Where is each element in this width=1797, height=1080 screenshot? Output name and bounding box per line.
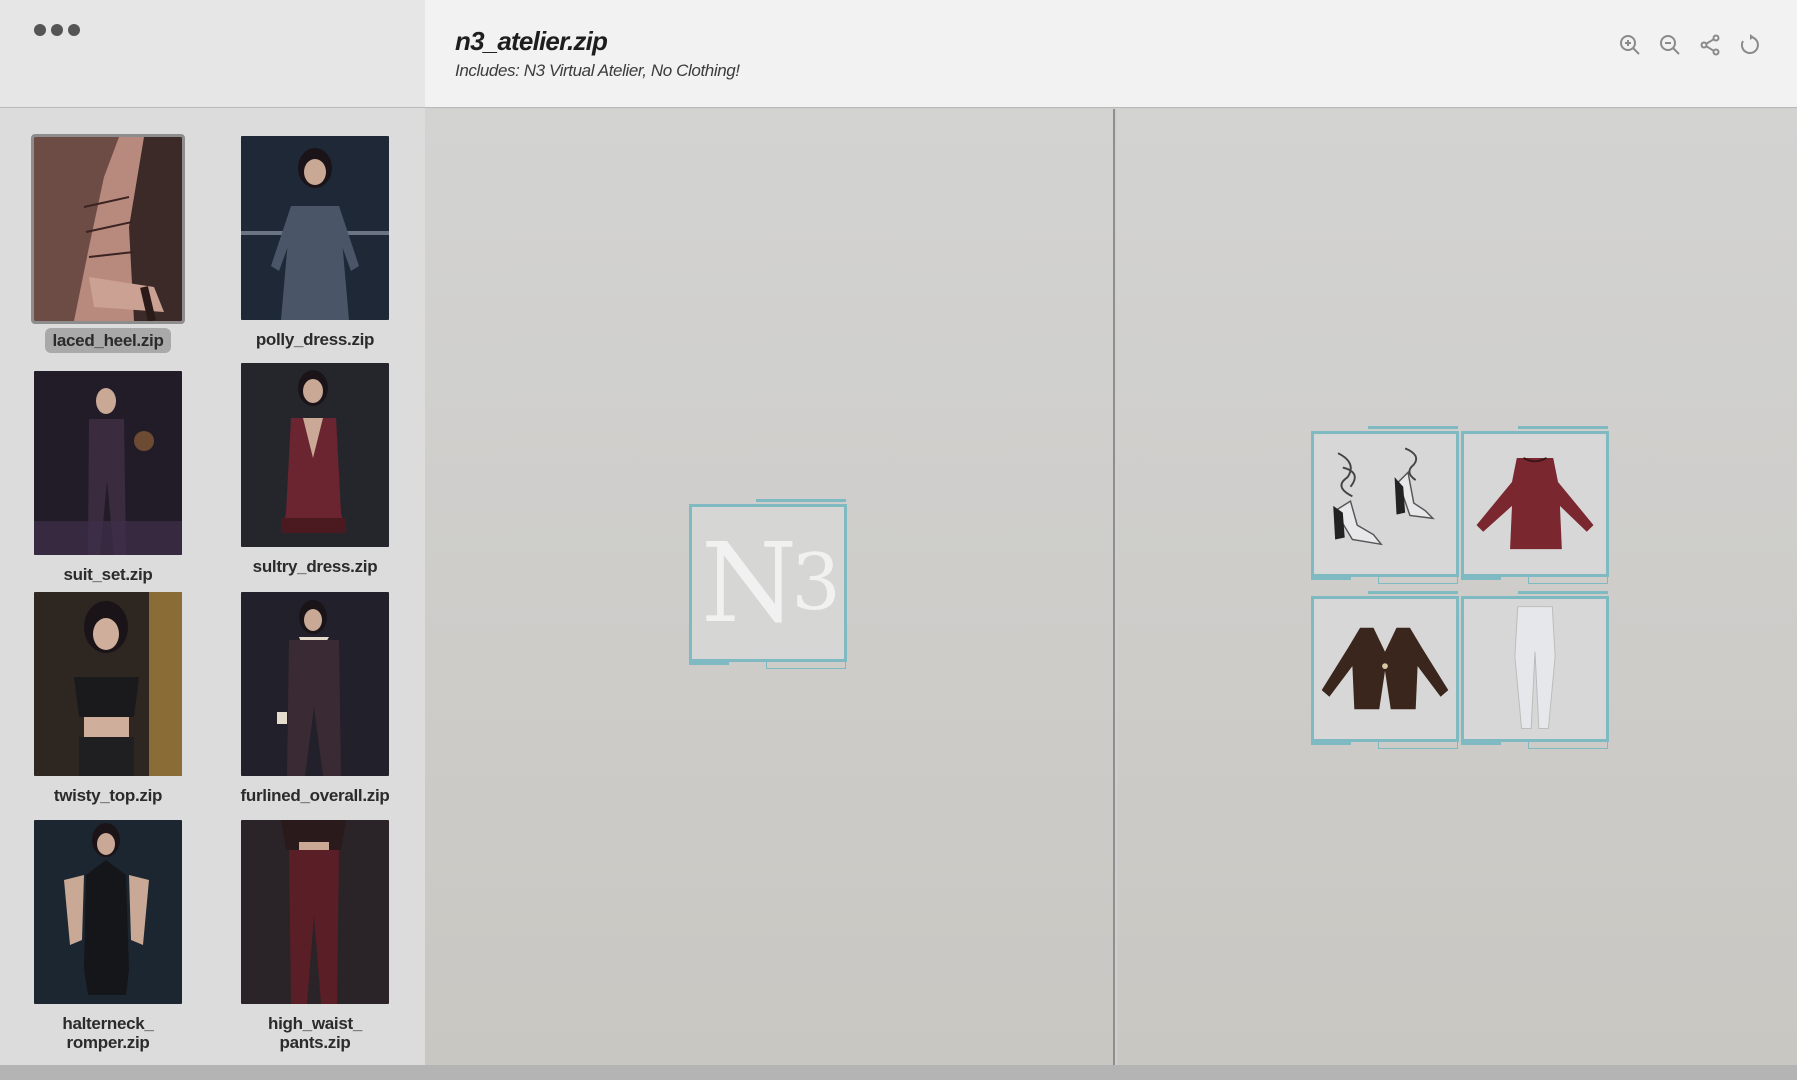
content-item-dress[interactable] [1461, 426, 1609, 584]
jacket-icon [1321, 627, 1449, 710]
zoom-in-icon[interactable] [1617, 32, 1643, 58]
content-item-heels[interactable] [1311, 426, 1459, 584]
file-label: polly_dress.zip [255, 330, 375, 349]
content-item-jacket[interactable] [1311, 591, 1459, 749]
file-tile-suit-set[interactable]: suit_set.zip [8, 371, 208, 584]
ellipsis-icon[interactable] [34, 24, 80, 36]
atelier-logo-card[interactable]: N3 [689, 499, 847, 669]
status-bar [0, 1065, 1797, 1080]
high-waist-pants-thumbnail [241, 820, 389, 1004]
file-tile-polly-dress[interactable]: polly_dress.zip [215, 136, 415, 349]
file-label: furlined_overall.zip [240, 786, 390, 805]
file-label: suit_set.zip [63, 565, 153, 584]
file-label: laced_heel.zip [45, 328, 171, 353]
contents-pane [1117, 109, 1797, 1065]
laced-heel-thumbnail [31, 134, 185, 324]
file-label: twisty_top.zip [53, 786, 163, 805]
twisty-top-thumbnail [34, 592, 182, 776]
file-tile-twisty-top[interactable]: twisty_top.zip [8, 592, 208, 805]
sultry-dress-thumbnail [241, 363, 389, 547]
preview-header: n3_atelier.zip Includes: N3 Virtual Atel… [425, 0, 1797, 108]
preview-pane: N3 [425, 109, 1115, 1065]
reset-icon[interactable] [1737, 32, 1763, 58]
content-item-pants[interactable] [1461, 591, 1609, 749]
toolbar [1617, 32, 1763, 58]
file-label: high_waist_ pants.zip [267, 1014, 362, 1052]
file-tile-halterneck-romper[interactable]: halterneck_ romper.zip [8, 820, 208, 1052]
file-tile-sultry-dress[interactable]: sultry_dress.zip [215, 363, 415, 576]
file-label: sultry_dress.zip [252, 557, 378, 576]
red-dress-icon [1476, 457, 1594, 550]
white-pants-icon [1514, 606, 1556, 729]
suit-set-thumbnail [34, 371, 182, 555]
halterneck-romper-thumbnail [34, 820, 182, 1004]
page-subtitle: Includes: N3 Virtual Atelier, No Clothin… [455, 61, 740, 80]
furlined-overall-thumbnail [241, 592, 389, 776]
sidebar-header [0, 0, 425, 108]
file-tile-furlined-overall[interactable]: furlined_overall.zip [215, 592, 415, 805]
file-tile-high-waist-pants[interactable]: high_waist_ pants.zip [215, 820, 415, 1052]
heel-shoes-icon [1333, 447, 1435, 546]
file-tile-laced-heel[interactable]: laced_heel.zip [8, 134, 208, 353]
zoom-out-icon[interactable] [1657, 32, 1683, 58]
n3-logo: N3 [701, 519, 841, 647]
polly-dress-thumbnail [241, 136, 389, 320]
file-label: halterneck_ romper.zip [62, 1014, 154, 1052]
share-icon[interactable] [1697, 32, 1723, 58]
page-title: n3_atelier.zip [455, 26, 608, 56]
file-sidebar: laced_heel.zip polly_dress.zip suit_set.… [0, 0, 425, 1065]
